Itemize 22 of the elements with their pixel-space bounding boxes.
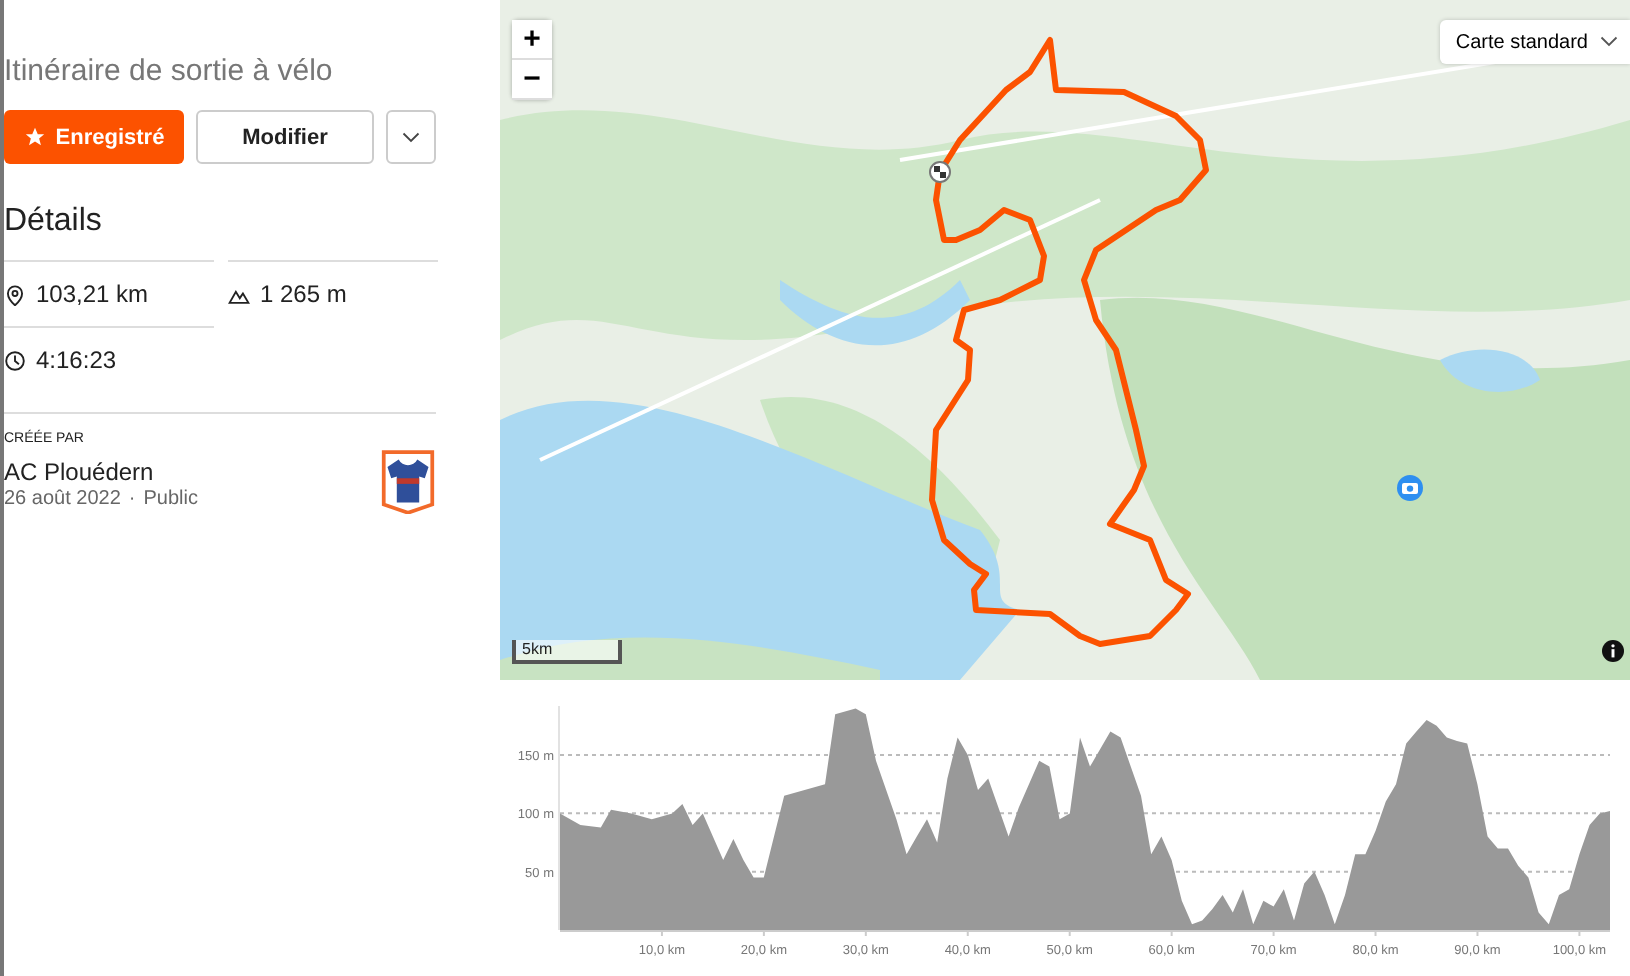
info-icon[interactable] [1602,640,1624,662]
star-icon [23,126,46,148]
details-heading: Détails [4,204,104,242]
map-scale-bar: 5km [512,640,622,664]
separator-dot: · [128,488,136,510]
visibility-label: Public [143,488,198,510]
stat-value: 4:16:23 [36,346,117,374]
edit-button[interactable]: Modifier [196,110,374,164]
creator-name: AC Plouédern [4,458,156,486]
camera-icon [1397,475,1423,501]
route-title: Itinéraire de sortie à vélo [4,54,335,92]
created-date: 26 août 2022 [4,488,121,510]
stat-value: 1 265 m [260,280,347,308]
jersey-icon [380,450,436,514]
map-style-dropdown[interactable]: Carte standard [1439,20,1630,64]
pin-icon [4,283,26,305]
stat-value: 103,21 km [36,280,149,308]
caret-icon [402,131,420,143]
clock-icon [4,349,26,371]
zoom-out-button[interactable]: − [512,60,552,100]
caret-icon [1600,36,1618,48]
zoom-in-button[interactable]: + [512,20,552,60]
